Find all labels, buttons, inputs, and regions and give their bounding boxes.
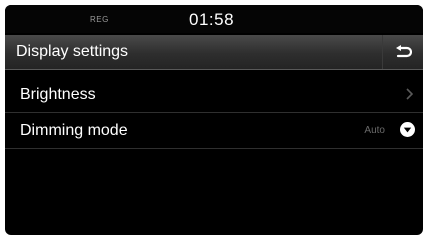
- dimming-mode-value: Auto: [364, 125, 385, 136]
- reg-label: REG: [90, 15, 109, 24]
- return-arrow-icon: [396, 45, 412, 58]
- dimming-mode-item[interactable]: Dimming mode Auto: [5, 113, 423, 149]
- brightness-label: Brightness: [20, 86, 96, 103]
- head-unit-screen: REG 01:58 Display settings Brightness Di…: [5, 5, 423, 235]
- page-title: Display settings: [16, 43, 129, 60]
- chevron-right-icon: [406, 88, 413, 100]
- dropdown-circle-icon[interactable]: [400, 122, 415, 137]
- settings-list: Brightness Dimming mode Auto: [5, 77, 423, 149]
- clock: 01:58: [189, 10, 235, 29]
- dimming-mode-label: Dimming mode: [20, 122, 128, 139]
- title-bar: Display settings: [5, 35, 423, 70]
- status-bar: REG 01:58: [5, 5, 423, 33]
- brightness-item[interactable]: Brightness: [5, 77, 423, 113]
- back-button[interactable]: [382, 35, 423, 69]
